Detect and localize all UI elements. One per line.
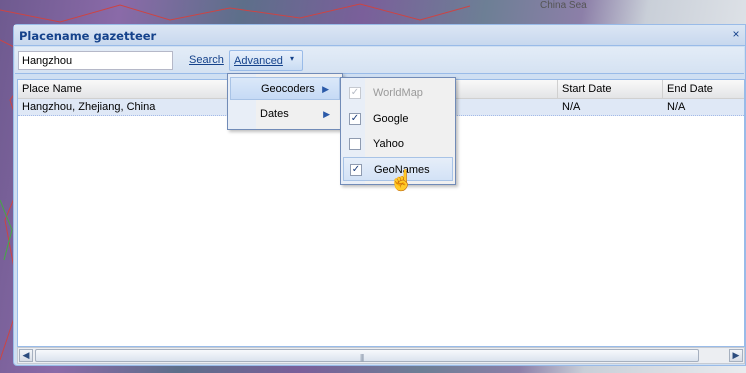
grip-icon: |||: [360, 353, 364, 362]
chevron-right-icon: ▶: [323, 109, 330, 119]
chevron-down-icon: ▾: [290, 54, 295, 63]
checkbox: ✓: [349, 87, 361, 99]
column-header-end-date[interactable]: End Date: [663, 80, 746, 99]
advanced-menu: Geocoders ▶ Dates ▶: [227, 73, 343, 130]
window-title: Placename gazetteer: [19, 29, 157, 43]
map-label: China Sea: [540, 0, 587, 11]
toolbar: Search Advanced ▾: [15, 47, 744, 74]
menu-item-google[interactable]: ✓ Google: [343, 107, 453, 131]
chevron-right-icon: ▶: [322, 84, 329, 94]
end-date-cell: N/A: [667, 101, 686, 113]
horizontal-scrollbar[interactable]: ◀ ||| ▶: [17, 347, 745, 364]
search-input[interactable]: [18, 51, 173, 70]
scroll-right-icon[interactable]: ▶: [729, 349, 743, 362]
menu-item-label: WorldMap: [373, 87, 423, 99]
menu-item-dates[interactable]: Dates ▶: [230, 103, 340, 126]
search-link[interactable]: Search: [189, 54, 224, 66]
scrollbar-thumb[interactable]: |||: [35, 349, 699, 362]
menu-item-label: Dates: [260, 108, 289, 120]
checkbox[interactable]: ✓: [350, 164, 362, 176]
close-icon[interactable]: ×: [729, 28, 743, 42]
gazetteer-window: Placename gazetteer × Search Advanced ▾ …: [13, 24, 746, 366]
menu-item-label: Yahoo: [373, 138, 404, 150]
advanced-label: Advanced: [234, 55, 283, 67]
menu-item-yahoo[interactable]: Yahoo: [343, 132, 453, 156]
checkbox[interactable]: [349, 138, 361, 150]
hand-cursor-icon: ☝: [389, 170, 414, 192]
window-header[interactable]: Placename gazetteer ×: [14, 25, 745, 46]
column-header-start-date[interactable]: Start Date: [558, 80, 663, 99]
menu-item-worldmap: ✓ WorldMap: [343, 81, 453, 105]
start-date-cell: N/A: [562, 101, 581, 113]
checkbox[interactable]: ✓: [349, 113, 361, 125]
menu-item-label: Geocoders: [261, 83, 315, 95]
advanced-button[interactable]: Advanced ▾: [229, 50, 303, 71]
menu-item-label: Google: [373, 113, 409, 125]
scroll-left-icon[interactable]: ◀: [19, 349, 33, 362]
menu-item-geocoders[interactable]: Geocoders ▶: [230, 77, 340, 100]
